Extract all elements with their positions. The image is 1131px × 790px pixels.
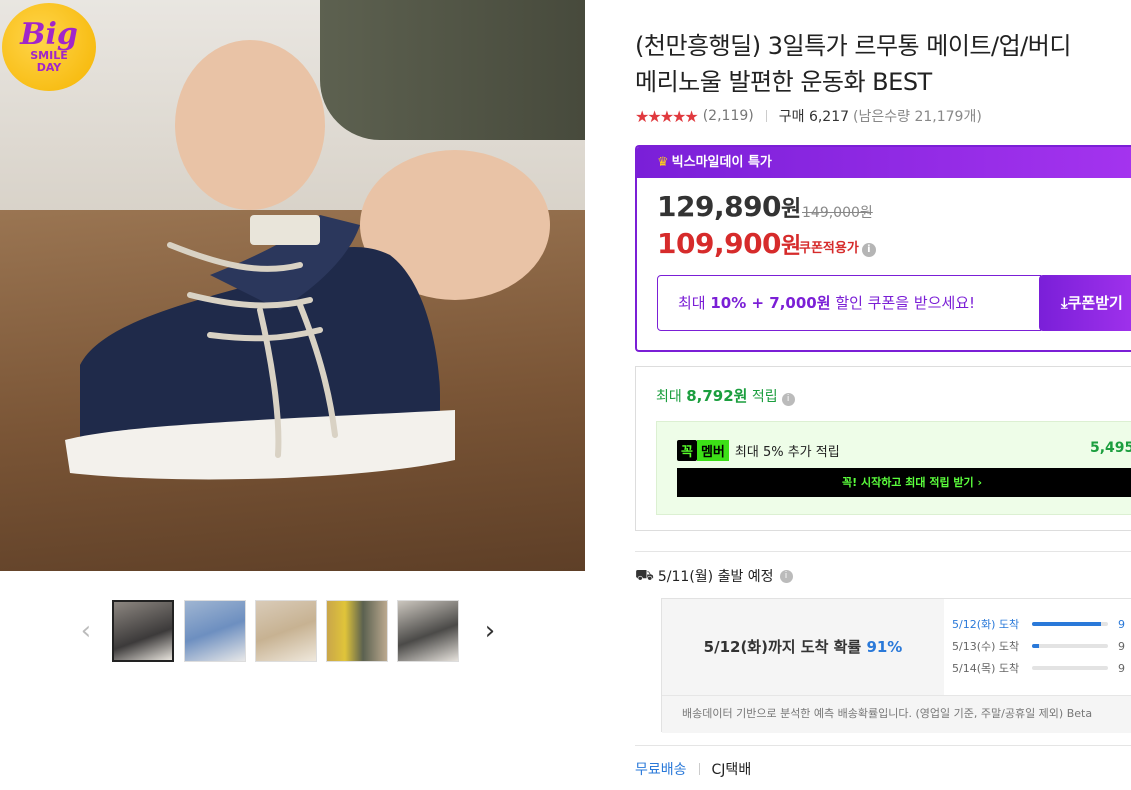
product-info-panel: (천만흥행딜) 3일특가 르무통 메이트/업/버디 메리노울 발편한 운동화 B… [635, 0, 1131, 790]
thumbnail-5[interactable] [397, 600, 459, 662]
sneaker-illustration [65, 215, 455, 480]
probability-bar [1032, 644, 1108, 648]
probability-value: 9 [1118, 661, 1125, 675]
remaining-stock: (남은수량 21,179개) [853, 109, 982, 125]
purchase-count: 구매 6,217 [778, 109, 850, 125]
probability-row: 5/14(목) 도착 9 [952, 657, 1131, 679]
coupon-price-tag: 쿠폰적용가 i [799, 237, 876, 257]
departure-text: 5/11(월) 출발 예정 [657, 569, 774, 585]
probability-bar [1032, 622, 1108, 626]
coupon-download-button[interactable]: ⤓쿠폰받기 [1039, 275, 1131, 331]
coupon-msg-suffix: 할인 쿠폰을 받으세요! [830, 294, 976, 312]
product-main-image: Big SMILE DAY [0, 0, 585, 571]
reward-amount: 8,792원 [686, 387, 748, 405]
member-box: 꼭 멤버 최대 5% 추가 적립 5,495 꼭! 시작하고 최대 적립 받기 › [656, 421, 1131, 515]
probability-row: 5/13(수) 도착 9 [952, 635, 1131, 657]
review-count[interactable]: (2,119) [703, 108, 754, 124]
price-original-value: 129,890 [657, 190, 782, 223]
probability-label: 5/13(수) 도착 [952, 640, 1020, 653]
badge-big-text: Big [20, 17, 78, 52]
probability-label: 5/14(목) 도착 [952, 662, 1020, 675]
member-value: 5,495 [1090, 440, 1131, 456]
carrier-label: CJ택배 [711, 762, 752, 778]
coupon-price-tag-text: 쿠폰적용가 [799, 241, 859, 256]
star-rating-icon: ★★★★★ [635, 106, 699, 126]
price-sale-value: 109,900 [657, 227, 782, 260]
coupon-msg-prefix: 최대 [678, 294, 711, 312]
coupon-msg-bold: 10% + 7,000원 [710, 294, 831, 312]
shipping-departure: ⛟ 5/11(월) 출발 예정 i [635, 566, 793, 586]
divider [698, 763, 700, 775]
thumbnail-1[interactable] [112, 600, 174, 662]
info-icon[interactable]: i [779, 569, 793, 583]
info-icon[interactable]: i [861, 243, 876, 257]
image-pants [320, 0, 585, 140]
arrival-probability-summary: 5/12(화)까지 도착 확률 91% [662, 599, 944, 695]
thumbnail-strip: ‹ › [70, 600, 520, 664]
divider [635, 745, 1131, 746]
rating-row: ★★★★★ (2,119) 구매 6,217 (남은수량 21,179개) [635, 106, 982, 126]
member-label: 멤버 [696, 440, 729, 461]
prob-title-pct: 91% [866, 638, 903, 656]
price-strikethrough: 149,000원 [802, 205, 873, 221]
member-row: 꼭 멤버 최대 5% 추가 적립 [677, 440, 840, 461]
big-smile-day-badge: Big SMILE DAY [2, 3, 96, 91]
coupon-message: 최대 10% + 7,000원 할인 쿠폰을 받으세요! [657, 275, 1041, 331]
prob-title-prefix: 5/12(화)까지 도착 확률 [703, 638, 867, 656]
price-sale: 109,900원 [657, 227, 801, 260]
thumbnail-4[interactable] [326, 600, 388, 662]
product-title: (천만흥행딜) 3일특가 르무통 메이트/업/버디 메리노울 발편한 운동화 B… [635, 28, 1131, 100]
probability-value: 9 [1118, 639, 1125, 653]
divider [765, 110, 767, 122]
price-unit: 원 [781, 197, 801, 222]
member-start-button[interactable]: 꼭! 시작하고 최대 적립 받기 › [677, 468, 1131, 497]
product-title-line1: (천만흥행딜) 3일특가 르무통 메이트/업/버디 [635, 32, 1071, 60]
reward-prefix: 최대 [656, 389, 687, 405]
thumbnail-2[interactable] [184, 600, 246, 662]
free-shipping-label: 무료배송 [635, 762, 687, 778]
truck-icon: ⛟ [635, 566, 654, 584]
arrival-probability-list: 5/12(화) 도착 9 5/13(수) 도착 9 5/14(목) 도착 9 [952, 613, 1131, 679]
image-hand-left [175, 40, 325, 210]
probability-value: 9 [1118, 617, 1125, 631]
divider [635, 551, 1131, 552]
thumbnail-3[interactable] [255, 600, 317, 662]
probability-bar [1032, 666, 1108, 670]
price-sale-unit: 원 [781, 234, 801, 259]
reward-summary: 최대 8,792원 적립 i [656, 385, 795, 406]
reward-suffix: 적립 [747, 389, 778, 405]
probability-note: 배송데이터 기반으로 분석한 예측 배송확률입니다. (영업일 기준, 주말/공… [662, 695, 1131, 733]
chevron-left-icon[interactable]: ‹ [72, 618, 100, 646]
badge-day-text: DAY [36, 61, 62, 74]
promo-header-text: 빅스마일데이 특가 [671, 155, 772, 170]
info-icon[interactable]: i [781, 393, 795, 406]
probability-label: 5/12(화) 도착 [952, 618, 1020, 631]
price-original: 129,890원 [657, 190, 801, 223]
promo-box: ♛ 빅스마일데이 특가 129,890원 149,000원 109,900원 쿠폰… [635, 145, 1131, 352]
crown-icon: ♛ [657, 155, 669, 170]
probability-row: 5/12(화) 도착 9 [952, 613, 1131, 635]
kkok-badge: 꼭 [677, 440, 697, 461]
shipping-info: 무료배송 CJ택배 [635, 759, 751, 779]
member-text: 최대 5% 추가 적립 [734, 445, 840, 460]
product-title-line2: 메리노울 발편한 운동화 BEST [635, 68, 932, 96]
reward-box: 최대 8,792원 적립 i 꼭 멤버 최대 5% 추가 적립 5,495 꼭! 시작… [635, 366, 1131, 531]
chevron-right-icon[interactable]: › [476, 618, 504, 646]
probability-bar-fill [1032, 622, 1102, 626]
promo-header: ♛ 빅스마일데이 특가 [637, 147, 1131, 178]
arrival-probability-box: 5/12(화)까지 도착 확률 91% 5/12(화) 도착 9 5/13(수) 도… [661, 598, 1131, 733]
probability-bar-fill [1032, 644, 1039, 648]
